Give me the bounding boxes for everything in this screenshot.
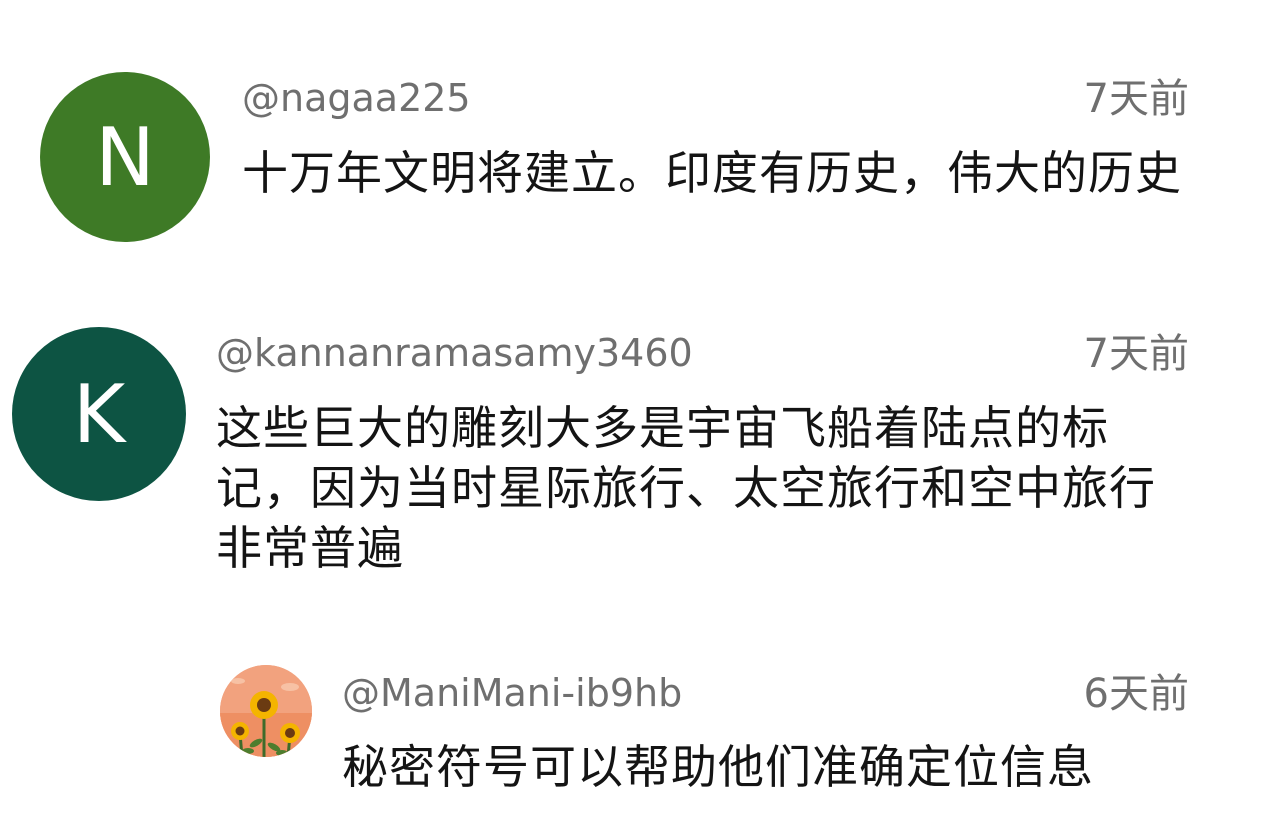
sunflower-avatar-icon [220, 665, 312, 757]
comment-text: 秘密符号可以帮助他们准确定位信息 [342, 740, 1094, 794]
comment-author[interactable]: @nagaa225 [242, 76, 471, 120]
comment-author[interactable]: @kannanramasamy3460 [216, 331, 693, 375]
avatar[interactable] [220, 665, 312, 757]
comment-timestamp[interactable]: 7天前 [1084, 76, 1189, 122]
comment-text: 十万年文明将建立。印度有历史，伟大的历史 [242, 146, 1182, 200]
avatar-letter: K [72, 367, 126, 461]
comment-author[interactable]: @ManiMani-ib9hb [342, 671, 682, 715]
avatar[interactable]: K [12, 327, 186, 501]
comment-timestamp[interactable]: 7天前 [1084, 331, 1189, 377]
avatar-letter: N [95, 110, 155, 204]
avatar[interactable]: N [40, 72, 210, 242]
comment-text: 这些巨大的雕刻大多是宇宙飞船着陆点的标记，因为当时星际旅行、太空旅行和空中旅行非… [216, 401, 1156, 575]
comment-timestamp[interactable]: 6天前 [1084, 671, 1189, 717]
